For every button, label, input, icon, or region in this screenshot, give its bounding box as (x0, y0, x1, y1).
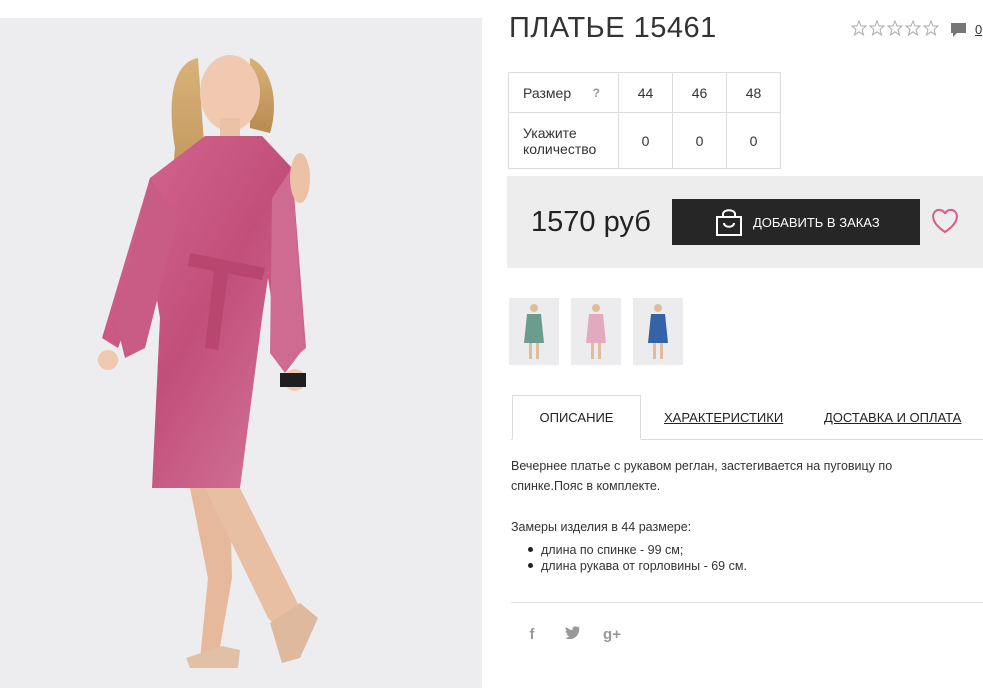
social-share: f g+ (523, 626, 621, 643)
thumbnail-list (509, 298, 683, 365)
quantity-input-44[interactable]: 0 (618, 112, 673, 169)
tab-description[interactable]: ОПИСАНИЕ (512, 395, 641, 440)
measurements-title: Замеры изделия в 44 размере: (511, 520, 692, 534)
facebook-icon[interactable]: f (523, 626, 541, 643)
size-46: 46 (672, 72, 727, 113)
add-to-order-button[interactable]: ДОБАВИТЬ В ЗАКАЗ (672, 199, 920, 245)
list-item: длина рукава от горловины - 69 см. (528, 558, 747, 574)
rating-stars[interactable] (851, 20, 939, 36)
price-box: 1570 руб ДОБАВИТЬ В ЗАКАЗ (507, 176, 983, 268)
size-help-icon[interactable]: ? (593, 86, 600, 100)
twitter-icon[interactable] (563, 626, 581, 643)
description-divider (511, 602, 983, 603)
comment-count[interactable]: 0 (975, 22, 982, 37)
description-text: Вечернее платье с рукавом реглан, застег… (511, 459, 893, 493)
quantity-label: Укажите количество (523, 124, 597, 157)
list-item: длина по спинке - 99 см; (528, 542, 747, 558)
thumb-green[interactable] (509, 298, 559, 365)
thumb-blue[interactable] (633, 298, 683, 365)
size-48: 48 (726, 72, 781, 113)
measurements-list: длина по спинке - 99 см; длина рукава от… (528, 542, 747, 574)
quantity-input-48[interactable]: 0 (726, 112, 781, 169)
shopping-bag-icon (716, 209, 742, 236)
tab-characteristics[interactable]: ХАРАКТЕРИСТИКИ (664, 395, 783, 440)
size-label: Размер (523, 84, 572, 101)
size-44: 44 (618, 72, 673, 113)
star-icon[interactable] (905, 20, 921, 36)
twitter-bird-icon (564, 626, 580, 640)
size-table: Размер ? 44 46 48 Укажите количество 0 0… (508, 72, 781, 169)
product-title: ПЛАТЬЕ 15461 (509, 12, 717, 44)
heart-icon[interactable] (931, 208, 959, 234)
comment-icon[interactable] (950, 22, 967, 38)
price: 1570 руб (531, 206, 651, 238)
add-to-order-label: ДОБАВИТЬ В ЗАКАЗ (753, 214, 880, 230)
star-icon[interactable] (869, 20, 885, 36)
google-plus-icon[interactable]: g+ (603, 626, 621, 643)
star-icon[interactable] (923, 20, 939, 36)
star-icon[interactable] (851, 20, 867, 36)
tab-delivery-payment[interactable]: ДОСТАВКА И ОПЛАТА (824, 395, 961, 440)
main-product-photo[interactable] (0, 18, 482, 688)
quantity-input-46[interactable]: 0 (672, 112, 727, 169)
star-icon[interactable] (887, 20, 903, 36)
thumb-pink[interactable] (571, 298, 621, 365)
